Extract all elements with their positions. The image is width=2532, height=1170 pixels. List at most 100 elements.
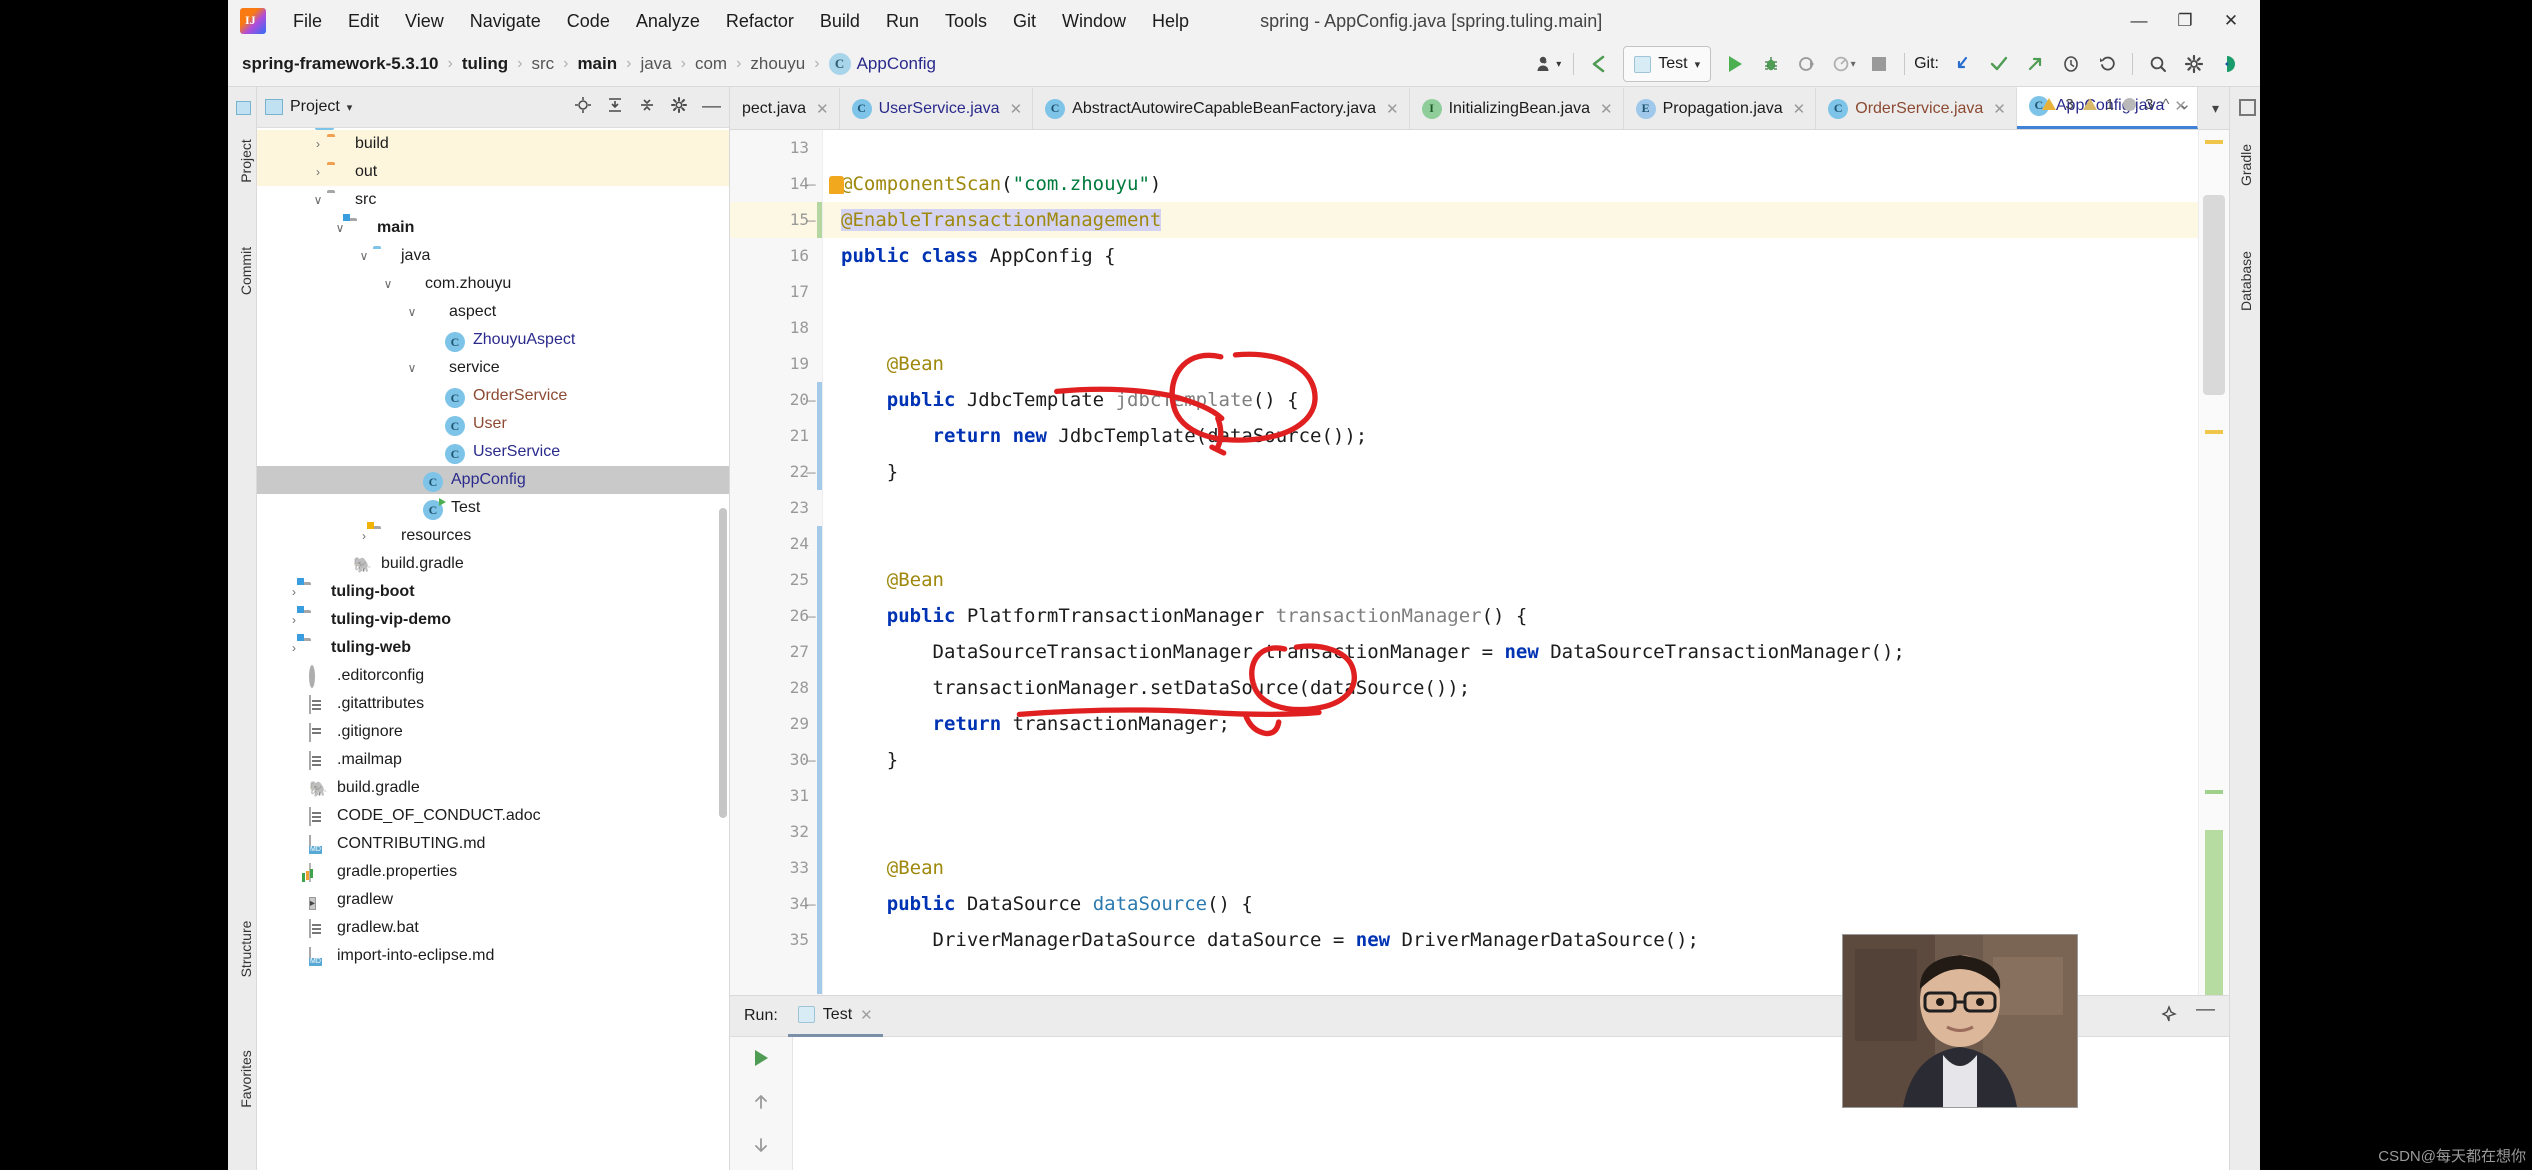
expand-arrow-icon[interactable]: › (309, 137, 327, 151)
expand-arrow-icon[interactable]: › (285, 585, 303, 599)
settings-gear-icon[interactable] (2176, 46, 2212, 82)
tree-row-contributing[interactable]: CONTRIBUTING.md (257, 830, 729, 858)
expand-all-icon[interactable] (606, 96, 624, 118)
tree-row-userservice[interactable]: C UserService (257, 438, 729, 466)
run-play-icon[interactable] (1717, 46, 1753, 82)
menu-item-file[interactable]: File (280, 8, 335, 35)
tree-row-aspect[interactable]: ∨ aspect (257, 298, 729, 326)
settings-gear-icon[interactable] (670, 96, 688, 118)
debug-bug-icon[interactable] (1753, 46, 1789, 82)
expand-arrow-icon[interactable]: › (285, 613, 303, 627)
inspection-widget[interactable]: 3 1 3 ^ ⌄ (2042, 95, 2191, 113)
chevron-down-icon[interactable]: ▾ (347, 101, 353, 114)
vcs-marker[interactable] (2205, 790, 2223, 794)
hide-icon[interactable]: — (702, 97, 721, 116)
fold-marker[interactable]: ─ (804, 454, 818, 490)
project-tree[interactable]: › build › out ∨ src ∨ main ∨ java ∨ com.… (257, 128, 729, 1170)
breadcrumb-module[interactable]: tuling (462, 54, 508, 74)
menu-item-analyze[interactable]: Analyze (623, 8, 713, 35)
tree-row-tuling-web[interactable]: › tuling-web (257, 634, 729, 662)
run-with-coverage-icon[interactable] (1789, 46, 1825, 82)
stop-square-icon[interactable] (1861, 46, 1897, 82)
chevron-down-icon[interactable]: ▾ (2198, 100, 2229, 117)
menu-item-build[interactable]: Build (807, 8, 873, 35)
menu-item-code[interactable]: Code (554, 8, 623, 35)
scroll-down-icon[interactable] (751, 1135, 771, 1160)
git-commit-check-icon[interactable] (1981, 46, 2017, 82)
fold-marker[interactable]: ─ (804, 742, 818, 778)
line-number-gutter[interactable]: 13 14 15 16 17 18 19 20 21 22 23 24 25 2… (730, 130, 823, 995)
tree-row-gradle-properties[interactable]: gradle.properties (257, 858, 729, 886)
close-icon[interactable]: ✕ (860, 1006, 873, 1024)
tree-row-orderservice[interactable]: C OrderService (257, 382, 729, 410)
tree-row-gitattributes[interactable]: .gitattributes (257, 690, 729, 718)
collapse-arrow-icon[interactable]: ∨ (331, 221, 349, 235)
breadcrumb-src[interactable]: src (531, 54, 554, 74)
tree-row-src[interactable]: ∨ src (257, 186, 729, 214)
tree-row-gradlew[interactable]: ▸ gradlew (257, 886, 729, 914)
minimize-button[interactable]: — (2116, 6, 2162, 36)
editor-tab-abstractautowirecapablebeanfactory[interactable]: C AbstractAutowireCapableBeanFactory.jav… (1033, 88, 1410, 129)
vcs-added-marker[interactable] (817, 202, 822, 238)
warning-marker[interactable] (2205, 140, 2223, 144)
editor-tab-aspect[interactable]: pect.java ✕ (730, 88, 840, 129)
tree-row-build[interactable]: › build (257, 130, 729, 158)
tool-window-gradle[interactable]: Gradle (2238, 127, 2254, 203)
close-icon[interactable]: ✕ (1793, 100, 1806, 118)
breadcrumb-java[interactable]: java (640, 54, 671, 74)
tree-row-build-gradle[interactable]: 🐘 build.gradle (257, 774, 729, 802)
chevron-up-icon[interactable]: ^ (2162, 96, 2169, 113)
right-strip-icon[interactable] (2239, 99, 2256, 116)
tree-row-resources[interactable]: › resources (257, 522, 729, 550)
tree-row-gitignore[interactable]: .gitignore (257, 718, 729, 746)
menu-item-refactor[interactable]: Refactor (713, 8, 807, 35)
fold-marker[interactable]: ─ (804, 202, 818, 238)
tree-row-tuling-boot[interactable]: › tuling-boot (257, 578, 729, 606)
git-rollback-icon[interactable] (2089, 46, 2125, 82)
back-arrow-icon[interactable] (1581, 46, 1617, 82)
collapse-arrow-icon[interactable]: ∨ (355, 249, 373, 263)
expand-arrow-icon[interactable]: › (285, 641, 303, 655)
vcs-range-marker[interactable] (2205, 830, 2223, 995)
breadcrumb-project[interactable]: spring-framework-5.3.10 (242, 54, 439, 74)
collapse-arrow-icon[interactable]: ∨ (379, 277, 397, 291)
run-tab-test[interactable]: Test ✕ (787, 995, 883, 1037)
tree-row-com-zhouyu[interactable]: ∨ com.zhouyu (257, 270, 729, 298)
editor-tab-userservice[interactable]: C UserService.java ✕ (840, 88, 1034, 129)
editor-tab-initializingbean[interactable]: I InitializingBean.java ✕ (1410, 88, 1624, 129)
project-scrollbar-thumb[interactable] (719, 508, 727, 818)
tree-row-out[interactable]: › out (257, 158, 729, 186)
menu-item-view[interactable]: View (392, 8, 457, 35)
webcam-overlay[interactable] (1842, 934, 2078, 1108)
close-icon[interactable]: ✕ (1010, 100, 1023, 118)
tree-row-import-into-eclipse[interactable]: import-into-eclipse.md (257, 942, 729, 970)
tree-row-java[interactable]: ∨ java (257, 242, 729, 270)
close-icon[interactable]: ✕ (1600, 100, 1613, 118)
tree-row-zhouyuaspect[interactable]: C ZhouyuAspect (257, 326, 729, 354)
close-button[interactable]: ✕ (2208, 6, 2254, 36)
git-history-icon[interactable] (2053, 46, 2089, 82)
fold-marker[interactable]: ─ (804, 166, 818, 202)
menu-item-edit[interactable]: Edit (335, 8, 392, 35)
tool-window-project[interactable]: Project (238, 123, 254, 199)
menu-item-tools[interactable]: Tools (932, 8, 1000, 35)
ai-assistant-icon[interactable] (2212, 46, 2248, 82)
project-strip-icon[interactable] (236, 101, 251, 115)
maximize-button[interactable]: ❐ (2162, 6, 2208, 36)
chevron-down-icon[interactable]: ⌄ (2178, 95, 2191, 113)
expand-arrow-icon[interactable]: › (309, 165, 327, 179)
breadcrumb-zhouyu[interactable]: zhouyu (750, 54, 805, 74)
hide-icon[interactable]: — (2196, 1000, 2215, 1027)
editor-tab-orderservice[interactable]: C OrderService.java ✕ (1816, 88, 2017, 129)
tree-row-tuling-vip-demo[interactable]: › tuling-vip-demo (257, 606, 729, 634)
tree-row-build-gradle-inner[interactable]: 🐘 build.gradle (257, 550, 729, 578)
code-text[interactable]: @ComponentScan("com.zhouyu") @EnableTran… (823, 130, 2198, 995)
intention-bulb-icon[interactable] (829, 176, 844, 194)
menu-item-run[interactable]: Run (873, 8, 932, 35)
breadcrumb-main[interactable]: main (577, 54, 617, 74)
git-update-icon[interactable] (1945, 46, 1981, 82)
collapse-all-icon[interactable] (638, 96, 656, 118)
menu-item-help[interactable]: Help (1139, 8, 1202, 35)
marker-gutter[interactable] (2198, 130, 2229, 995)
scroll-up-icon[interactable] (751, 1092, 771, 1117)
